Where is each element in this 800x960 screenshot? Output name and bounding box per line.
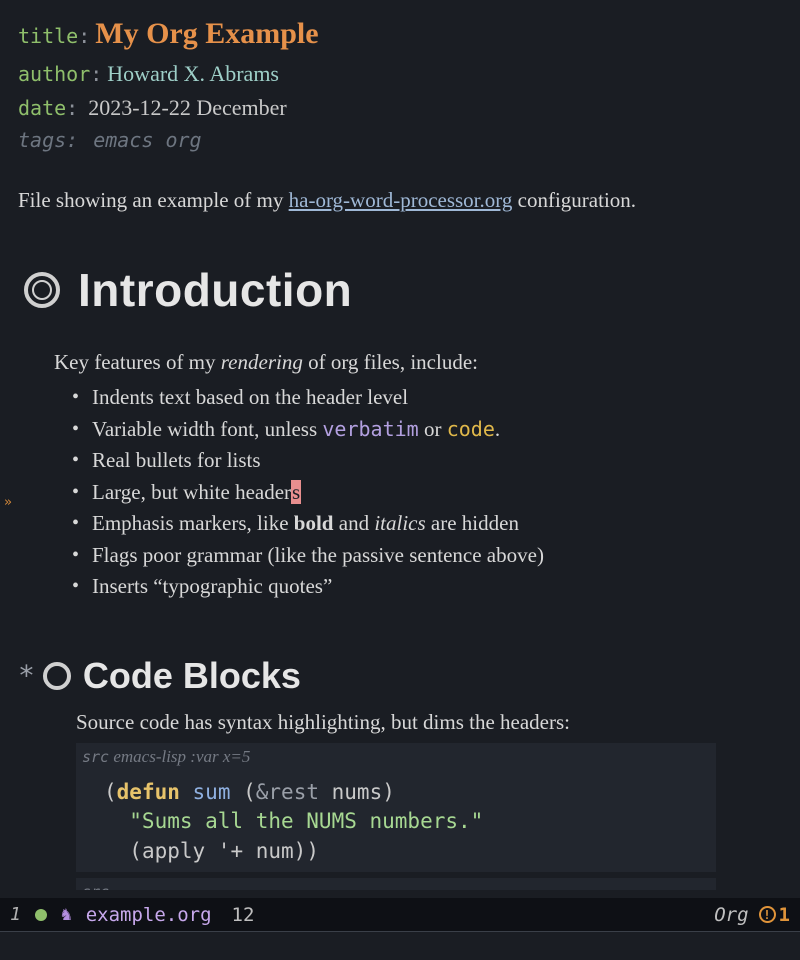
meta-key-title: title bbox=[18, 24, 78, 48]
meta-title-line: title: My Org Example bbox=[18, 12, 782, 56]
list-item: Real bullets for lists bbox=[72, 445, 782, 477]
heading1-text: Introduction bbox=[78, 263, 352, 317]
modeline[interactable]: 1 ♞ example.org 12 Org ! 1 bbox=[0, 898, 800, 932]
section1-lead: Key features of my rendering of org file… bbox=[54, 347, 782, 379]
intro-paragraph: File showing an example of my ha-org-wor… bbox=[18, 186, 782, 215]
warning-icon: ! bbox=[759, 906, 776, 923]
meta-date-value: 2023-12-22 December bbox=[88, 95, 287, 120]
modeline-left: 1 ♞ example.org 12 bbox=[10, 904, 254, 926]
list-item: Inserts “typographic quotes” bbox=[72, 571, 782, 603]
list-item: Emphasis markers, like bold and italics … bbox=[72, 508, 782, 540]
evil-state-icon: ♞ bbox=[61, 904, 72, 925]
src-block-end: src bbox=[76, 878, 716, 890]
src-block-begin: src emacs-lisp :var x=5 bbox=[76, 743, 716, 772]
bullet-icon bbox=[43, 662, 71, 690]
code-text: code bbox=[447, 417, 495, 441]
list-item: Large, but white headers bbox=[72, 477, 782, 509]
meta-tags-line: tags: emacs org bbox=[18, 126, 782, 156]
section-introduction-body: Key features of my rendering of org file… bbox=[54, 347, 782, 603]
heading-introduction[interactable]: Introduction bbox=[24, 263, 782, 317]
minibuffer[interactable] bbox=[0, 932, 800, 960]
section2-lead: Source code has syntax highlighting, but… bbox=[76, 707, 782, 737]
list-item: Flags poor grammar (like the passive sen… bbox=[72, 540, 782, 572]
section-codeblocks-body: Source code has syntax highlighting, but… bbox=[76, 707, 782, 890]
modified-indicator-icon bbox=[35, 909, 47, 921]
line-number: 12 bbox=[232, 904, 255, 926]
flycheck-warning[interactable]: ! 1 bbox=[759, 904, 790, 926]
asterisk-icon: * bbox=[18, 659, 35, 692]
modeline-right: Org ! 1 bbox=[714, 904, 790, 926]
bullet-icon bbox=[24, 272, 60, 308]
window-number: 1 bbox=[10, 904, 21, 925]
src-block-code[interactable]: (defun sum (&rest nums) "Sums all the NU… bbox=[76, 772, 716, 872]
buffer-name[interactable]: example.org bbox=[86, 904, 212, 926]
heading-code-blocks[interactable]: * Code Blocks bbox=[18, 655, 782, 697]
verbatim-text: verbatim bbox=[322, 417, 418, 441]
list-item: Indents text based on the header level bbox=[72, 382, 782, 414]
meta-key-date: date bbox=[18, 96, 66, 120]
warning-count: 1 bbox=[779, 904, 790, 926]
meta-key-author: author bbox=[18, 62, 90, 86]
feature-list: Indents text based on the header level V… bbox=[72, 382, 782, 603]
fringe-arrow-icon: » bbox=[4, 495, 12, 510]
heading2-text: Code Blocks bbox=[83, 655, 301, 697]
meta-date-line: date: 2023-12-22 December bbox=[18, 92, 782, 124]
list-item: Variable width font, unless verbatim or … bbox=[72, 414, 782, 446]
meta-title-value: My Org Example bbox=[95, 17, 318, 50]
meta-author-line: author: Howard X. Abrams bbox=[18, 58, 782, 90]
meta-author-value: Howard X. Abrams bbox=[107, 61, 279, 86]
cursor-icon: s bbox=[291, 480, 301, 504]
config-link[interactable]: ha-org-word-processor.org bbox=[289, 188, 513, 212]
editor-buffer[interactable]: title: My Org Example author: Howard X. … bbox=[0, 0, 800, 890]
meta-tags-value: emacs org bbox=[93, 128, 201, 152]
major-mode[interactable]: Org bbox=[714, 904, 748, 926]
meta-key-tags: tags: bbox=[18, 128, 78, 152]
